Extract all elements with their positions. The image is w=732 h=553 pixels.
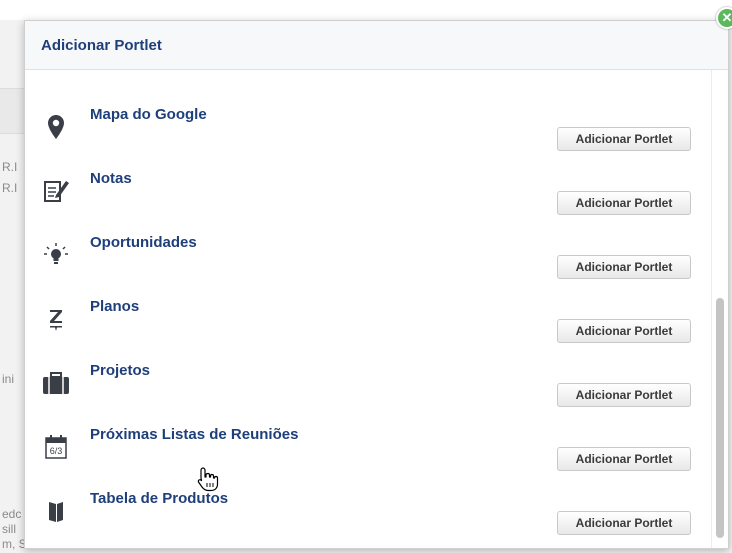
add-portlet-button[interactable]: Adicionar Portlet [557,191,691,215]
add-portlet-button[interactable]: Adicionar Portlet [557,383,691,407]
dialog-header: Adicionar Portlet [25,21,728,70]
list-item: 6/3 Próximas Listas de Reuniões Adiciona… [25,418,711,482]
briefcase-icon [39,366,73,400]
background-text: R.I [2,160,18,174]
background-text: sill [2,522,16,536]
list-item: Notas Adicionar Portlet [25,162,711,226]
background-text: ini [2,372,15,386]
portlet-list: Mapa do Google Adicionar Portlet Notas A… [25,70,711,548]
item-label: Tabela de Produtos [90,490,229,507]
hand-cursor-icon [197,467,219,492]
calendar-icon: 6/3 [39,430,73,464]
add-portlet-button[interactable]: Adicionar Portlet [557,511,691,535]
item-label: Projetos [90,362,151,379]
add-portlet-button[interactable]: Adicionar Portlet [557,255,691,279]
lightbulb-icon [39,238,73,272]
list-item: Planos Adicionar Portlet [25,290,711,354]
list-item: Tabela de Produtos Adicionar Portlet [25,482,711,546]
background-band [0,88,24,134]
book-icon [39,494,73,528]
list-item: Oportunidades Adicionar Portlet [25,226,711,290]
map-pin-icon [39,110,73,144]
add-portlet-button[interactable]: Adicionar Portlet [557,447,691,471]
close-button[interactable]: ✕ [716,7,732,29]
close-icon: ✕ [721,10,732,25]
background-text: edc [2,507,22,521]
item-label: Mapa do Google [90,106,207,123]
background-header [0,0,732,20]
item-label: Notas [90,170,132,187]
item-label: Oportunidades [90,234,197,251]
add-portlet-dialog: Adicionar Portlet Mapa do Google Adicion… [24,20,729,549]
dialog-title: Adicionar Portlet [41,37,162,54]
list-item: Projetos Adicionar Portlet [25,354,711,418]
background-text: R.I [2,181,18,195]
scrollbar-thumb[interactable] [716,298,724,538]
scrollbar[interactable] [711,70,728,548]
add-portlet-button[interactable]: Adicionar Portlet [557,127,691,151]
calendar-icon-text: 6/3 [50,446,63,456]
item-label: Próximas Listas de Reuniões [90,426,299,443]
add-portlet-button[interactable]: Adicionar Portlet [557,319,691,343]
plans-icon [39,302,73,336]
note-edit-icon [39,174,73,208]
item-label: Planos [90,298,140,315]
list-item: Mapa do Google Adicionar Portlet [25,98,711,162]
